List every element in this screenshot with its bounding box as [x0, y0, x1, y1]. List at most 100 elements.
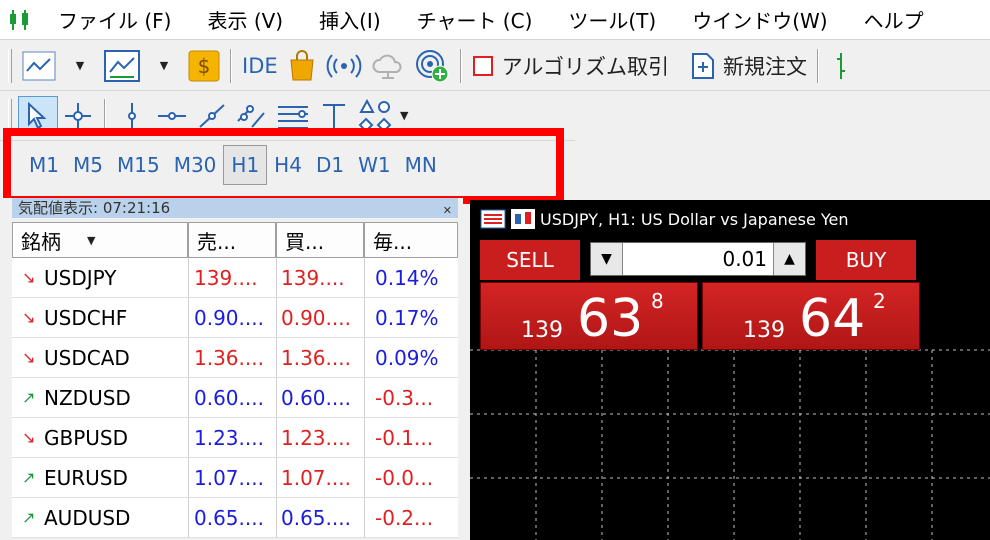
- trend-line-icon: [199, 103, 225, 128]
- trend-line-tool[interactable]: [192, 96, 232, 136]
- buy-price-button[interactable]: 139 64 2: [702, 282, 920, 350]
- fibonacci-tool[interactable]: [272, 96, 314, 136]
- shapes-tool[interactable]: [354, 96, 396, 136]
- new-chart-button[interactable]: [18, 46, 60, 86]
- chevron-down-icon: ▼: [159, 59, 169, 72]
- menu-file[interactable]: ファイル (F): [40, 0, 189, 40]
- toolbar-separator: [459, 48, 462, 83]
- shapes-dropdown[interactable]: ▼: [396, 96, 412, 136]
- col-bid[interactable]: 売...: [188, 222, 276, 258]
- vps-button[interactable]: [366, 46, 410, 86]
- col-change[interactable]: 毎...: [364, 222, 458, 258]
- timeframe-w1[interactable]: W1: [351, 145, 398, 185]
- text-tool[interactable]: [314, 96, 354, 136]
- table-row[interactable]: ↗ EURUSD 1.07.... 1.07.... -0.0...: [12, 458, 458, 498]
- col-symbol[interactable]: 銘柄 ▼: [12, 222, 188, 258]
- channel-tool[interactable]: [232, 96, 272, 136]
- menu-bar: ファイル (F) 表示 (V) 挿入(I) チャート (C) ツール(T) ウイ…: [0, 0, 990, 40]
- vertical-line-icon: [128, 102, 136, 129]
- chart-window-icon: [104, 49, 140, 82]
- timeframes-toolbar: M1 M5 M15 M30 H1 H4 D1 W1 MN: [10, 138, 545, 191]
- table-row[interactable]: ↘ USDJPY 139.... 139.... 0.14%: [12, 258, 458, 298]
- crosshair-tool[interactable]: [58, 96, 98, 136]
- arrow-up-icon: ↗: [22, 388, 36, 407]
- broadcast-icon: [326, 53, 362, 78]
- buy-button[interactable]: BUY: [816, 240, 916, 280]
- sell-price-button[interactable]: 139 63 8: [480, 282, 698, 350]
- menu-window[interactable]: ウインドウ(W): [674, 0, 845, 40]
- radar-add-button[interactable]: [410, 46, 454, 86]
- menu-view[interactable]: 表示 (V): [189, 0, 301, 40]
- new-order-button[interactable]: 新規注文: [687, 46, 811, 86]
- bid-cell: 0.65....: [188, 498, 276, 537]
- horizontal-line-tool[interactable]: [152, 96, 192, 136]
- vertical-line-tool[interactable]: [112, 96, 152, 136]
- one-click-trading-panel: SELL ▼ 0.01 ▲ BUY 139 63 8 139 64 2: [480, 240, 920, 350]
- bid-cell: 0.60....: [188, 378, 276, 417]
- lot-size-input[interactable]: 0.01: [623, 243, 773, 275]
- toolbar-separator: [104, 98, 106, 133]
- sell-button[interactable]: SELL: [480, 240, 580, 280]
- lot-decrease-button[interactable]: ▼: [591, 243, 623, 275]
- menu-help[interactable]: ヘルプ: [846, 0, 942, 40]
- menu-chart[interactable]: チャート (C): [399, 0, 551, 40]
- timeframe-m5[interactable]: M5: [66, 145, 110, 185]
- timeframe-m1[interactable]: M1: [22, 145, 66, 185]
- lot-increase-button[interactable]: ▲: [773, 243, 805, 275]
- buy-price-prefix: 139: [743, 318, 785, 343]
- ask-cell: 0.60....: [276, 378, 364, 417]
- table-row[interactable]: ↘ USDCAD 1.36.... 1.36.... 0.09%: [12, 338, 458, 378]
- change-cell: 0.14%: [364, 258, 458, 297]
- lot-size-stepper[interactable]: ▼ 0.01 ▲: [590, 242, 806, 276]
- chart-type-button[interactable]: [825, 46, 865, 86]
- profiles-button[interactable]: [100, 46, 144, 86]
- timeframe-m30[interactable]: M30: [167, 145, 224, 185]
- toolbar-grip[interactable]: [8, 98, 12, 133]
- cursor-tool[interactable]: [18, 95, 58, 136]
- timeframe-d1[interactable]: D1: [309, 145, 351, 185]
- toolbar-separator: [230, 48, 232, 83]
- chart-window[interactable]: USDJPY, H1: US Dollar vs Japanese Yen SE…: [470, 200, 990, 540]
- menu-insert[interactable]: 挿入(I): [301, 0, 399, 40]
- text-tool-icon: [323, 103, 345, 129]
- chart-title-text: USDJPY, H1: US Dollar vs Japanese Yen: [540, 209, 849, 229]
- table-row[interactable]: ↗ NZDUSD 0.60.... 0.60.... -0.3...: [12, 378, 458, 418]
- close-icon[interactable]: ✕: [443, 201, 452, 218]
- table-row[interactable]: ↗ AUDUSD 0.65.... 0.65.... -0.2...: [12, 498, 458, 538]
- symbol-text: NZDUSD: [44, 385, 131, 410]
- market-bag-button[interactable]: [282, 46, 322, 86]
- new-chart-dropdown[interactable]: ▼: [60, 46, 100, 86]
- arrow-up-icon: ↗: [22, 508, 36, 527]
- crosshair-icon: [65, 102, 91, 129]
- objects-toolbar: ▼: [0, 91, 575, 141]
- timeframe-m15[interactable]: M15: [110, 145, 167, 185]
- app-chart-icon[interactable]: [0, 0, 40, 40]
- market-button[interactable]: $: [184, 46, 224, 86]
- ask-cell: 0.65....: [276, 498, 364, 537]
- svg-text:$: $: [198, 54, 211, 78]
- ide-button[interactable]: IDE: [238, 46, 282, 86]
- menu-tools[interactable]: ツール(T): [550, 0, 674, 40]
- toolbar-grip[interactable]: [8, 48, 12, 83]
- col-ask[interactable]: 買...: [276, 222, 364, 258]
- shapes-icon: [358, 98, 392, 132]
- change-cell: -0.2...: [364, 498, 458, 537]
- timeframe-h4[interactable]: H4: [267, 145, 309, 185]
- channel-icon: [237, 104, 265, 128]
- toolbar-separator: [817, 48, 820, 83]
- symbol-cell: ↘ USDJPY: [12, 258, 188, 297]
- arrow-up-icon: ↗: [22, 468, 36, 487]
- cursor-arrow-icon: [28, 101, 47, 129]
- timeframe-mn[interactable]: MN: [398, 145, 444, 185]
- table-row[interactable]: ↘ USDCHF 0.90.... 0.90.... 0.17%: [12, 298, 458, 338]
- profiles-dropdown[interactable]: ▼: [144, 46, 184, 86]
- buy-price-sup: 2: [873, 289, 886, 313]
- timeframe-h1[interactable]: H1: [223, 144, 268, 185]
- symbol-text: USDCHF: [44, 305, 128, 330]
- algo-trading-button[interactable]: アルゴリズム取引: [468, 46, 673, 86]
- arrow-down-icon: ↘: [22, 308, 36, 327]
- signals-button[interactable]: [322, 46, 366, 86]
- symbol-text: AUDUSD: [44, 505, 131, 530]
- table-row[interactable]: ↘ GBPUSD 1.23.... 1.23.... -0.1...: [12, 418, 458, 458]
- fibonacci-icon: [278, 105, 308, 129]
